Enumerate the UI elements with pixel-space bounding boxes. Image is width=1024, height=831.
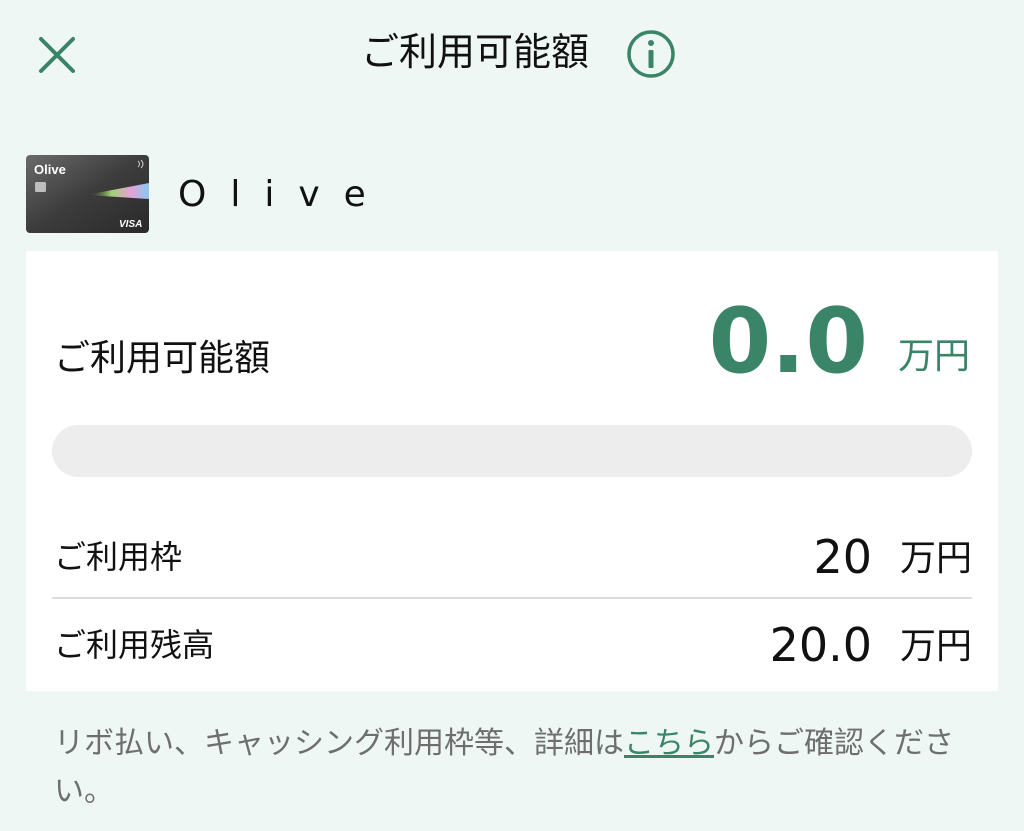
balance-value: 20.0 <box>769 618 872 672</box>
balance-label: ご利用残高 <box>54 626 215 664</box>
footnote: リボ払い、キャッシング利用枠等、詳細はこちらからご確認ください。 <box>54 720 984 816</box>
footnote-text-before: リボ払い、キャッシング利用枠等、詳細は <box>54 726 624 761</box>
details-link[interactable]: こちら <box>624 726 714 761</box>
credit-limit-label: ご利用枠 <box>54 538 183 576</box>
card-image: Olive VISA <box>26 155 149 233</box>
balance-unit: 万円 <box>899 626 972 667</box>
card-name: Olive <box>178 174 390 215</box>
page-title: ご利用可能額 <box>360 30 589 74</box>
usage-progress-bar <box>52 425 972 477</box>
info-button[interactable] <box>625 28 677 80</box>
card-brand-text: VISA <box>119 219 142 230</box>
divider <box>52 597 972 599</box>
balance-row: ご利用残高 20.0 万円 <box>54 605 972 685</box>
available-unit: 万円 <box>897 336 970 377</box>
info-icon <box>627 30 675 78</box>
available-label: ご利用可能額 <box>54 338 271 379</box>
credit-limit-value: 20 <box>813 530 872 584</box>
summary-panel: ご利用可能額 0.0 万円 ご利用枠 20 万円 ご利用残高 20.0 万円 <box>26 251 998 691</box>
card-logo-text: Olive <box>34 162 66 177</box>
available-amount: 0.0 <box>708 289 868 394</box>
header: ご利用可能額 <box>0 0 1024 110</box>
credit-limit-row: ご利用枠 20 万円 <box>54 517 972 597</box>
credit-limit-unit: 万円 <box>899 538 972 579</box>
